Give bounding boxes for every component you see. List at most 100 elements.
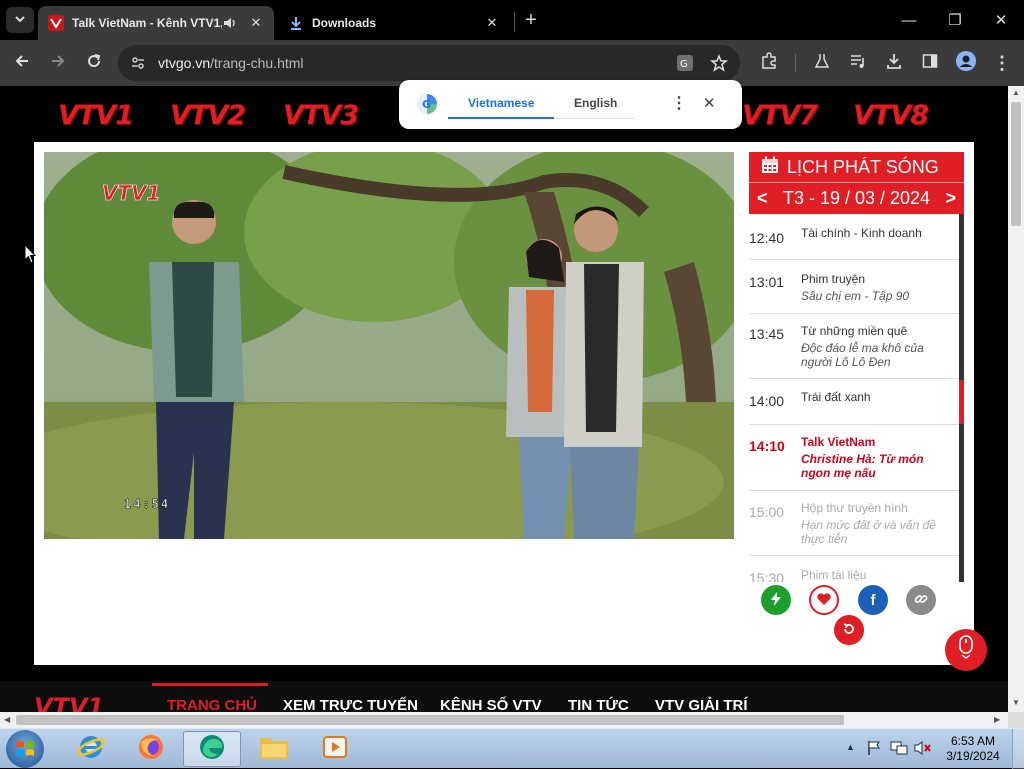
downloads-button[interactable]	[880, 49, 908, 77]
more-options-icon[interactable]: ⋮	[671, 93, 687, 113]
tab-separator	[514, 12, 515, 32]
scroll-up-icon[interactable]: ▲	[1012, 88, 1020, 97]
flag-icon[interactable]	[866, 740, 882, 761]
channel-logo-vtv2[interactable]: VTV2	[170, 100, 246, 131]
vertical-scroll-thumb[interactable]	[1011, 102, 1021, 226]
nav-home[interactable]: TRANG CHỦ	[167, 697, 257, 712]
copy-link-button[interactable]	[906, 585, 936, 615]
taskbar-edge[interactable]	[183, 731, 241, 767]
restore-button[interactable]: ❐	[932, 0, 978, 40]
schedule-time: 14:10	[749, 438, 785, 454]
nav-entertainment[interactable]: VTV GIẢI TRÍ	[655, 697, 748, 712]
taskbar-firefox[interactable]	[122, 731, 180, 767]
close-tab-icon[interactable]: ✕	[482, 13, 502, 33]
channel-logo-vtv1[interactable]: VTV1	[58, 100, 134, 131]
schedule-item[interactable]: 15:00 Hộp thư truyền hình Hạn mức đất ở …	[749, 491, 959, 556]
start-button[interactable]	[6, 730, 44, 768]
clock-date: 3/19/2024	[946, 749, 1000, 763]
media-player-icon	[321, 733, 349, 766]
new-tab-button[interactable]: +	[519, 8, 543, 32]
nav-live[interactable]: XEM TRỰC TUYẾN	[283, 697, 418, 712]
close-window-button[interactable]: ✕	[978, 0, 1024, 40]
show-desktop-button[interactable]	[1012, 729, 1024, 769]
tab-search-button[interactable]	[6, 7, 34, 33]
translate-source-tab[interactable]: Vietnamese	[468, 96, 535, 110]
taskbar-internet-explorer[interactable]	[62, 731, 120, 767]
schedule-item[interactable]: 12:40 Tài chính - Kinh doanh	[749, 214, 959, 260]
channel-logo-vtv7[interactable]: VTV7	[742, 100, 818, 131]
facebook-share-button[interactable]: f	[858, 585, 888, 615]
reload-icon	[86, 53, 102, 74]
video-timestamp: 14:54	[124, 497, 170, 511]
side-panel-button[interactable]	[916, 49, 944, 77]
scrollbar-corner	[1008, 712, 1024, 728]
video-player[interactable]: VTV1 14:54	[44, 152, 734, 539]
scroll-right-icon[interactable]: ▶	[994, 715, 1000, 724]
prev-day-button[interactable]: <	[757, 188, 768, 209]
forward-button[interactable]	[44, 49, 72, 77]
schedule-item[interactable]: 13:45 Từ những miền quê Độc đáo lễ ma kh…	[749, 314, 959, 379]
avatar-icon	[955, 50, 977, 77]
speaker-icon[interactable]	[222, 15, 238, 31]
schedule-item[interactable]: 14:00 Trái đất xanh	[749, 379, 959, 425]
horizontal-scroll-thumb[interactable]	[16, 715, 844, 725]
channel-logo-vtv3[interactable]: VTV3	[283, 100, 359, 131]
tab-downloads[interactable]: Downloads ✕	[278, 6, 510, 40]
puzzle-icon	[760, 51, 778, 75]
replay-button[interactable]	[834, 615, 864, 645]
video-watermark: VTV1	[102, 181, 161, 205]
tab-talk-vietnam[interactable]: Talk VietNam - Kênh VTV1, ✕	[38, 6, 274, 40]
nav-digital-channels[interactable]: KÊNH SỐ VTV	[440, 697, 542, 712]
site-logo[interactable]: VTV1	[34, 693, 104, 712]
schedule-scrollbar-thumb[interactable]	[959, 380, 964, 424]
schedule-item[interactable]: 15:30 Phim tài liệu	[749, 556, 959, 582]
profile-button[interactable]	[952, 49, 980, 77]
close-translate-icon[interactable]: ✕	[703, 94, 716, 112]
network-icon[interactable]	[890, 740, 908, 761]
schedule-time: 12:40	[749, 230, 785, 246]
close-tab-icon[interactable]: ✕	[246, 13, 266, 33]
browser-tab-strip: Talk VietNam - Kênh VTV1, ✕ Downloads ✕ …	[0, 0, 1024, 40]
svg-text:G: G	[422, 98, 431, 111]
show-hidden-icons[interactable]: ▲	[846, 742, 855, 752]
minimize-button[interactable]: —	[886, 0, 932, 40]
site-logo-text: VTV1	[34, 693, 105, 712]
site-info-icon[interactable]	[130, 55, 146, 76]
reload-button[interactable]	[80, 49, 108, 77]
scroll-left-icon[interactable]: ◀	[4, 715, 10, 724]
minimize-icon: —	[901, 11, 917, 29]
system-clock[interactable]: 6:53 AM 3/19/2024	[940, 734, 1006, 764]
next-day-button[interactable]: >	[945, 188, 956, 209]
extensions-button[interactable]	[755, 49, 783, 77]
schedule-time: 15:00	[749, 504, 785, 520]
vertical-scrollbar[interactable]: ▲ ▼	[1008, 86, 1024, 712]
browser-menu-button[interactable]: ⋮	[988, 49, 1016, 77]
quick-share-button[interactable]	[761, 585, 791, 615]
favorite-button[interactable]	[809, 585, 839, 615]
schedule-time: 13:01	[749, 274, 785, 290]
internet-explorer-icon	[76, 732, 106, 767]
labs-button[interactable]	[808, 49, 836, 77]
schedule-list: 12:40 Tài chính - Kinh doanh 13:01 Phim …	[749, 214, 964, 582]
firefox-icon	[136, 732, 166, 767]
volume-muted-icon[interactable]	[914, 740, 932, 761]
horizontal-scrollbar[interactable]: ◀ ▶	[0, 712, 1008, 728]
heart-icon	[817, 592, 831, 608]
address-bar[interactable]: vtvgo.vn/trang-chu.html G	[118, 45, 740, 81]
schedule-item[interactable]: 13:01 Phim truyện Sâu chị em - Tập 90	[749, 260, 959, 314]
taskbar-file-explorer[interactable]	[245, 731, 303, 767]
mouse-cursor-icon	[24, 243, 37, 269]
bookmark-star-icon[interactable]	[710, 53, 728, 77]
translate-page-icon[interactable]: G	[676, 54, 694, 77]
scroll-down-button[interactable]	[945, 629, 987, 671]
windows-logo-icon	[15, 739, 35, 764]
schedule-item-live[interactable]: 14:10 Talk VietNam Christine Hà: Từ món …	[749, 425, 959, 491]
channel-logo-vtv8[interactable]: VTV8	[853, 100, 929, 131]
media-control-button[interactable]	[844, 49, 872, 77]
scroll-down-icon[interactable]: ▼	[1012, 698, 1020, 707]
back-button[interactable]	[8, 49, 36, 77]
taskbar-media-player[interactable]	[306, 731, 364, 767]
clock-time: 6:53 AM	[950, 734, 996, 748]
translate-target-tab[interactable]: English	[574, 96, 617, 110]
nav-news[interactable]: TIN TỨC	[568, 697, 629, 712]
